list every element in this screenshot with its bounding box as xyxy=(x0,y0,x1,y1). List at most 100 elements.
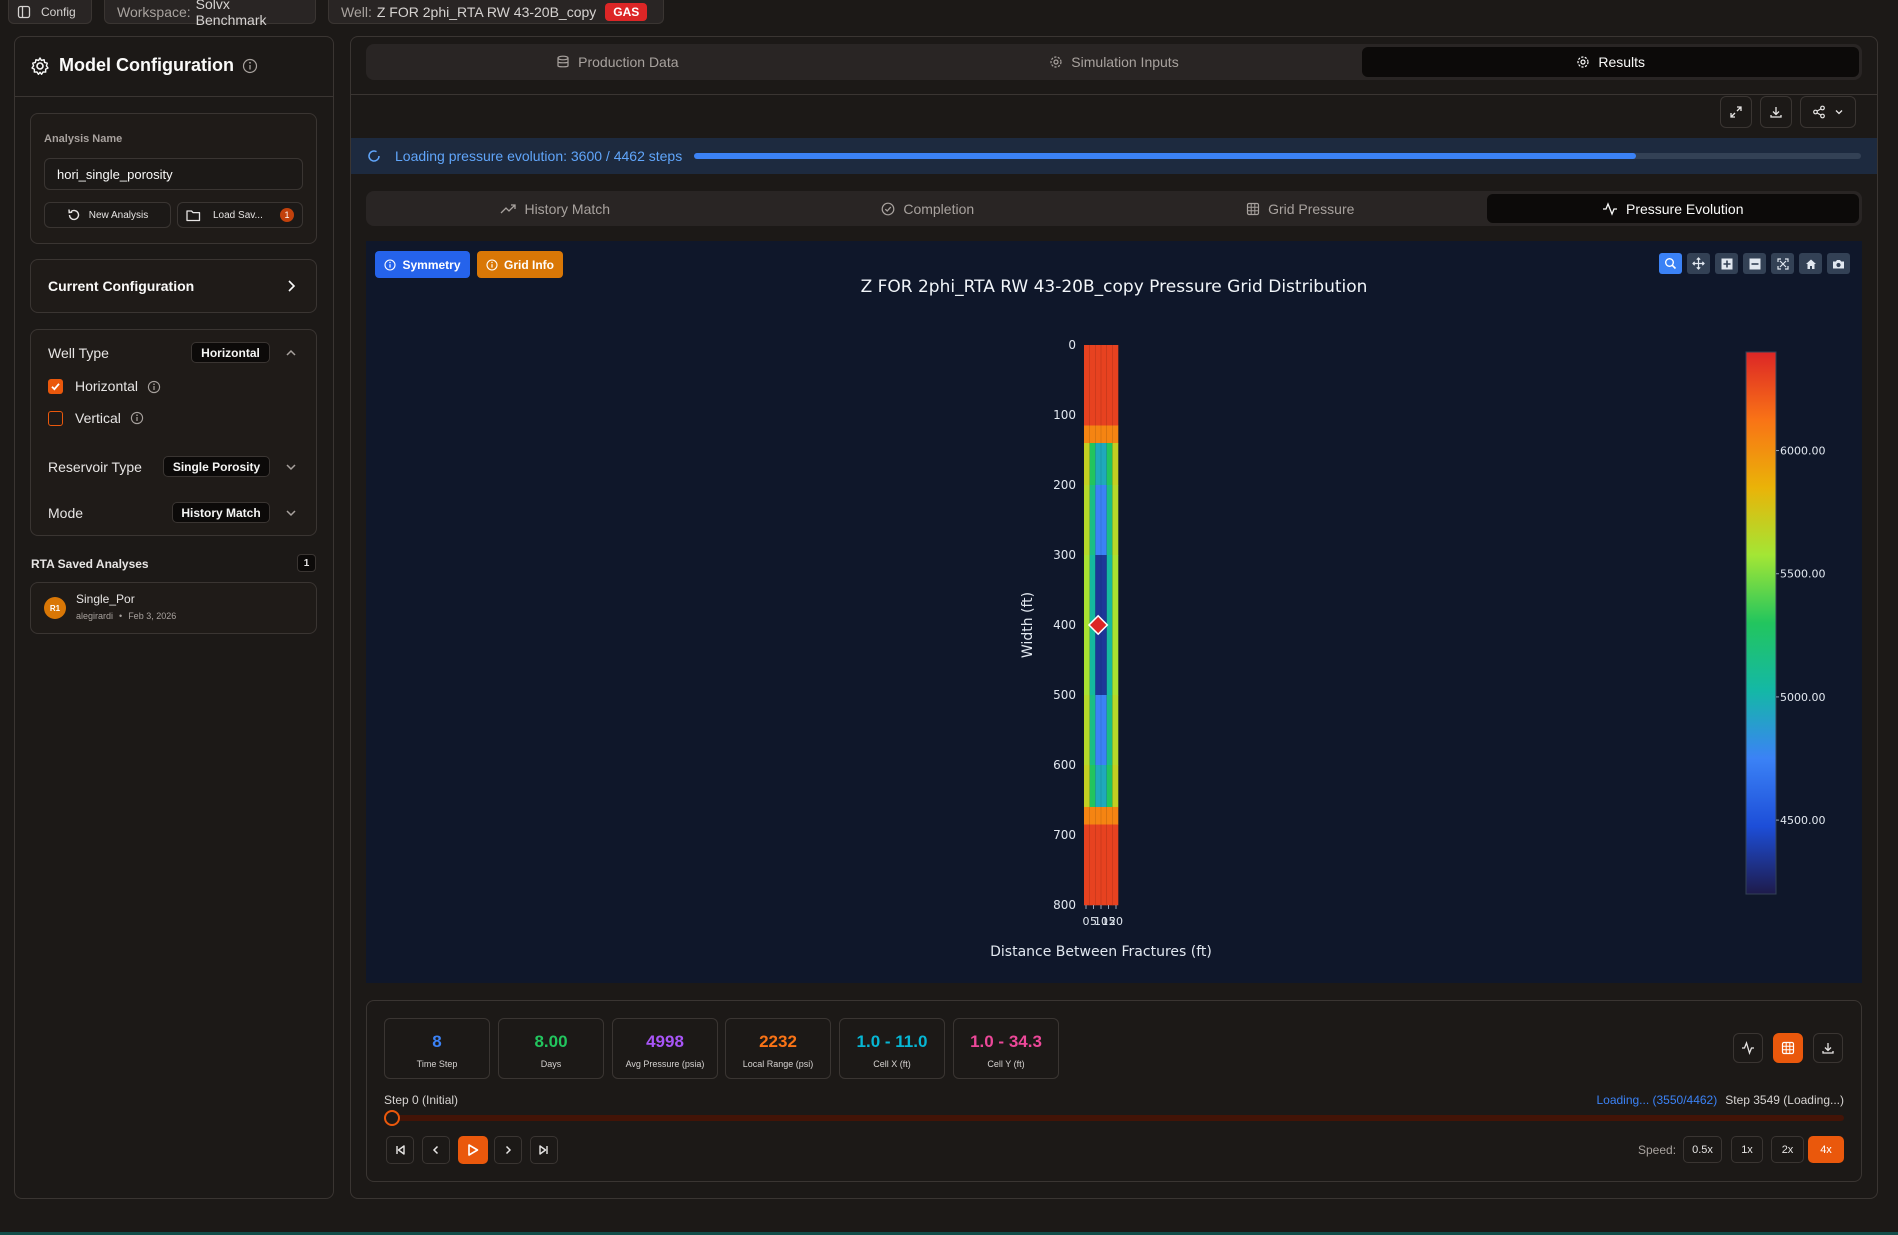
speed-option[interactable]: 0.5x xyxy=(1683,1136,1722,1163)
grid-mode-button[interactable] xyxy=(1773,1033,1803,1063)
new-analysis-button[interactable]: New Analysis xyxy=(44,202,171,228)
check-icon xyxy=(51,383,60,391)
loading-progress-track xyxy=(694,153,1861,159)
config-label: Config xyxy=(41,4,76,19)
y-tick-label: 200 xyxy=(1053,478,1076,492)
share-menu-button[interactable] xyxy=(1800,96,1856,128)
heatmap-cell xyxy=(1112,555,1119,696)
stat-label: Days xyxy=(540,1059,562,1069)
saved-analyses-count: 1 xyxy=(297,554,316,572)
sidebar-divider xyxy=(15,96,333,97)
share-icon xyxy=(1813,105,1825,119)
chevron-down-icon[interactable] xyxy=(285,507,297,519)
y-tick-label: 800 xyxy=(1053,898,1076,912)
tab-results[interactable]: Results xyxy=(1362,47,1860,77)
heatmap-cell xyxy=(1106,695,1113,766)
x-axis-label: Distance Between Fractures (ft) xyxy=(990,944,1212,960)
tab-completion[interactable]: Completion xyxy=(742,194,1115,223)
current-step-text: Step 3549 (Loading...) xyxy=(1725,1093,1844,1107)
colorbar-tick-label: 5500.00 xyxy=(1780,568,1826,581)
tab-label: Simulation Inputs xyxy=(1071,54,1179,70)
tab-label: Completion xyxy=(903,200,975,217)
previous-step-button[interactable] xyxy=(422,1136,450,1164)
info-icon[interactable] xyxy=(242,58,258,74)
speed-option[interactable]: 1x xyxy=(1731,1136,1763,1163)
heatmap-cell xyxy=(1095,695,1102,766)
tab-grid-pressure[interactable]: Grid Pressure xyxy=(1114,194,1487,223)
info-icon[interactable] xyxy=(147,380,161,394)
heatmap-cell xyxy=(1089,765,1096,808)
skip-to-end-button[interactable] xyxy=(530,1136,558,1164)
next-step-button[interactable] xyxy=(494,1136,522,1164)
heatmap-cell xyxy=(1089,807,1096,825)
analysis-name-input[interactable]: hori_single_porosity xyxy=(44,158,303,190)
tab-simulation-inputs[interactable]: Simulation Inputs xyxy=(866,47,1363,77)
download-button[interactable] xyxy=(1760,96,1792,128)
speed-option[interactable]: 4x xyxy=(1808,1136,1844,1163)
heatmap-cell xyxy=(1106,807,1113,825)
grid-icon xyxy=(1781,1041,1795,1055)
tab-history-match[interactable]: History Match xyxy=(369,194,742,223)
y-tick-label: 500 xyxy=(1053,688,1076,702)
chevron-right-icon xyxy=(288,280,296,292)
horizontal-option-label[interactable]: Horizontal xyxy=(75,378,138,394)
new-analysis-label: New Analysis xyxy=(88,209,149,221)
saved-analyses-title: RTA Saved Analyses xyxy=(31,557,149,571)
vertical-checkbox[interactable] xyxy=(48,411,63,426)
tab-label: History Match xyxy=(524,200,611,217)
pressure-heatmap-chart: 01002003004005006007008000 5101520Width (… xyxy=(990,338,1826,960)
heatmap-cell xyxy=(1089,443,1096,486)
check-circle-icon xyxy=(881,202,895,215)
stat-card: 2232 Local Range (psi) xyxy=(725,1018,831,1079)
skip-to-start-button[interactable] xyxy=(386,1136,414,1164)
tab-pressure-evolution[interactable]: Pressure Evolution xyxy=(1486,194,1859,223)
step-slider-track[interactable] xyxy=(384,1110,1844,1126)
stat-value: 8.00 xyxy=(534,1032,568,1051)
load-saved-button[interactable]: Load Sav... 1 xyxy=(177,202,303,228)
heatmap-cell xyxy=(1112,695,1119,766)
info-icon[interactable] xyxy=(130,411,144,425)
well-type-value[interactable]: Horizontal xyxy=(191,342,270,363)
heatmap-cell xyxy=(1095,807,1102,825)
reservoir-type-label: Reservoir Type xyxy=(48,459,142,475)
heatmap-cell xyxy=(1101,425,1107,444)
vertical-option-label[interactable]: Vertical xyxy=(75,410,121,426)
loading-progress-fill xyxy=(694,153,1636,159)
y-tick-label: 400 xyxy=(1053,618,1076,632)
reservoir-type-select[interactable]: Single Porosity xyxy=(163,456,270,477)
saved-analysis-item[interactable] xyxy=(30,582,317,634)
saved-item-date: Feb 3, 2026 xyxy=(128,611,177,621)
heatmap-cell xyxy=(1084,695,1090,766)
config-toggle[interactable]: Config xyxy=(8,0,92,24)
x-tick-label: 0 xyxy=(1083,915,1090,928)
chevron-down-icon[interactable] xyxy=(285,461,297,473)
chevron-up-icon[interactable] xyxy=(285,347,297,359)
export-button[interactable] xyxy=(1813,1033,1843,1063)
chevron-left-icon xyxy=(432,1145,439,1155)
heatmap-cell xyxy=(1112,765,1119,808)
stat-label: Cell Y (ft) xyxy=(987,1059,1025,1069)
workspace-chip[interactable]: Workspace: Solvx Benchmark xyxy=(104,0,316,28)
speed-option[interactable]: 2x xyxy=(1771,1136,1804,1163)
heatmap-cell xyxy=(1106,765,1113,808)
step-slider-thumb[interactable] xyxy=(384,1110,400,1126)
chart-mode-button[interactable] xyxy=(1733,1033,1763,1063)
play-button[interactable] xyxy=(458,1136,488,1164)
tab-label: Grid Pressure xyxy=(1268,200,1355,217)
stat-label: Avg Pressure (psia) xyxy=(625,1059,705,1069)
stat-value: 2232 xyxy=(759,1032,797,1051)
mode-select[interactable]: History Match xyxy=(172,502,270,523)
heatmap-cell xyxy=(1084,443,1090,486)
stat-card: 1.0 - 34.3 Cell Y (ft) xyxy=(953,1018,1059,1079)
workspace-name: Solvx Benchmark xyxy=(195,0,267,28)
tab-production-data[interactable]: Production Data xyxy=(369,47,866,77)
mode-label: Mode xyxy=(48,505,84,521)
fullscreen-button[interactable] xyxy=(1720,96,1752,128)
heatmap-cell xyxy=(1089,345,1096,426)
heatmap-cell xyxy=(1084,345,1090,426)
well-chip[interactable]: Well: Z FOR 2phi_RTA RW 43-20B_copy GAS xyxy=(328,0,664,24)
activity-icon xyxy=(1602,201,1617,216)
heatmap-cell xyxy=(1112,443,1119,486)
horizontal-checkbox[interactable] xyxy=(48,379,63,394)
gear-icon xyxy=(1577,56,1589,68)
